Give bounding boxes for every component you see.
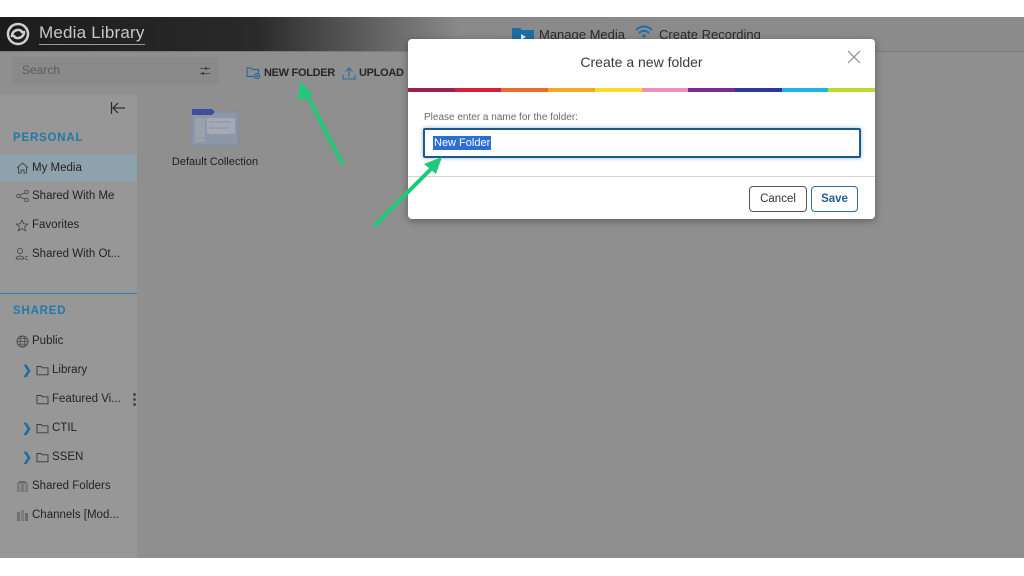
folder-icon — [34, 394, 50, 405]
rainbow-segment — [641, 88, 689, 92]
share-icon — [14, 190, 30, 202]
new-folder-label: NEW FOLDER — [264, 66, 335, 79]
cancel-button[interactable]: Cancel — [749, 186, 807, 212]
sidebar-item-label: Public — [32, 335, 64, 347]
search-input[interactable] — [22, 63, 182, 77]
rainbow-segment — [734, 88, 782, 92]
sidebar-item-ctil[interactable]: ❯ CTIL — [0, 414, 137, 442]
globe-icon — [14, 335, 30, 348]
search-box — [12, 57, 219, 85]
folder-name-label: Please enter a name for the folder: — [424, 112, 578, 123]
sidebar-item-library[interactable]: ❯ Library — [0, 356, 137, 384]
section-title-shared: SHARED — [13, 305, 67, 317]
collapse-sidebar-icon[interactable] — [110, 101, 126, 115]
rainbow-segment — [594, 88, 642, 92]
new-folder-button[interactable]: NEW FOLDER — [246, 66, 335, 79]
collection-default[interactable]: Default Collection — [169, 108, 261, 168]
sidebar-item-my-media[interactable]: My Media — [0, 154, 137, 182]
close-icon[interactable] — [846, 49, 862, 65]
new-folder-icon — [246, 67, 261, 79]
sidebar-item-label: Library — [52, 364, 88, 376]
save-button[interactable]: Save — [811, 186, 858, 212]
folder-icon — [34, 452, 50, 463]
chevron-right-icon[interactable]: ❯ — [22, 421, 34, 435]
folder-icon — [34, 423, 50, 434]
rainbow-segment — [548, 88, 595, 92]
rainbow-segment — [501, 88, 549, 92]
sidebar-item-label: SSEN — [52, 451, 84, 463]
rainbow-segment — [828, 88, 876, 92]
channels-icon — [14, 509, 30, 522]
sidebar-item-public[interactable]: Public — [0, 327, 137, 355]
rainbow-segment — [408, 88, 455, 92]
user-share-icon — [14, 247, 30, 261]
folder-icon — [34, 365, 50, 376]
sidebar-item-shared-with-me[interactable]: Shared With Me — [0, 182, 137, 210]
sidebar-item-shared-folders[interactable]: Shared Folders — [0, 472, 137, 500]
upload-icon — [342, 67, 356, 80]
rainbow-segment — [781, 88, 829, 92]
chevron-right-icon[interactable]: ❯ — [22, 450, 34, 464]
sidebar-item-label: My Media — [32, 162, 82, 174]
sidebar-item-featured-videos[interactable]: Featured Vi... — [0, 385, 137, 413]
dialog-title: Create a new folder — [580, 54, 703, 70]
rainbow-segment — [454, 88, 502, 92]
shared-folders-icon — [14, 480, 30, 493]
collection-folder-icon — [191, 109, 239, 146]
sidebar-item-favorites[interactable]: Favorites — [0, 211, 137, 239]
media-library-app: Media Library Manage Media Create Record… — [0, 17, 1024, 558]
star-icon — [14, 218, 30, 232]
sidebar-item-channels[interactable]: Channels [Mod... — [0, 501, 137, 529]
upload-button[interactable]: UPLOAD — [342, 66, 404, 80]
rainbow-segment — [688, 88, 735, 92]
sidebar-item-label: CTIL — [52, 422, 77, 434]
home-icon — [14, 162, 30, 174]
upload-label: UPLOAD — [359, 67, 404, 79]
filter-icon[interactable] — [199, 65, 211, 77]
app-title[interactable]: Media Library — [39, 23, 145, 45]
app-logo-icon — [6, 22, 30, 46]
collection-label: Default Collection — [171, 156, 259, 168]
sidebar-item-ssen[interactable]: ❯ SSEN — [0, 443, 137, 471]
sidebar-divider — [0, 293, 137, 294]
sidebar-item-shared-with-others[interactable]: Shared With Ot... — [0, 240, 137, 268]
sidebar-item-label: Shared With Me — [32, 190, 115, 202]
sidebar-item-label: Shared Folders — [32, 480, 111, 492]
chevron-right-icon[interactable]: ❯ — [22, 363, 34, 377]
rainbow-divider — [408, 88, 876, 92]
sidebar-item-label: Shared With Ot... — [32, 248, 121, 260]
section-title-personal: PERSONAL — [13, 132, 84, 144]
folder-name-input[interactable]: New Folder — [423, 128, 861, 158]
dialog-footer-divider — [408, 176, 875, 177]
folder-name-selected-text: New Folder — [433, 136, 492, 150]
create-folder-dialog: Create a new folder Please enter a name … — [408, 39, 876, 219]
sidebar-item-label: Favorites — [32, 219, 80, 231]
sidebar-item-label: Channels [Mod... — [32, 509, 119, 521]
sidebar-item-label: Featured Vi... — [52, 393, 121, 405]
sidebar: PERSONAL My Media Shared With Me Favorit… — [0, 95, 137, 558]
